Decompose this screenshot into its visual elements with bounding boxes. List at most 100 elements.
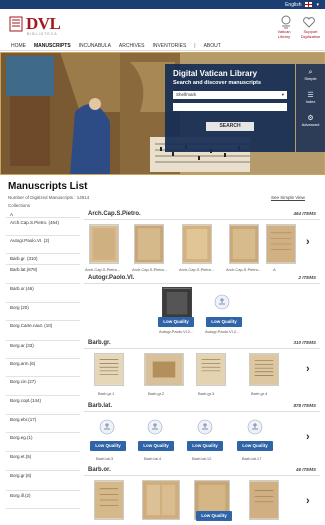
thumbnail-caption[interactable]: Barb.lat.3 xyxy=(96,456,113,461)
carousel-next-icon[interactable]: › xyxy=(306,236,310,248)
advanced-search-label: Advanced xyxy=(301,122,320,127)
thumbnail-caption[interactable]: Barb.lat.4 xyxy=(144,456,161,461)
collection-item[interactable]: Borg.ill.(2) xyxy=(6,492,80,509)
thumbnail-caption[interactable]: Autogr.Paolo.VI.2... xyxy=(159,329,193,334)
manuscript-thumbnail[interactable] xyxy=(89,224,119,264)
simple-search-option[interactable]: ⌕ Simple xyxy=(304,69,316,81)
collection-item[interactable]: Borg.eg.(1) xyxy=(6,434,80,452)
chevron-down-icon: ▾ xyxy=(281,91,284,97)
simple-view-link[interactable]: See Simple View xyxy=(271,195,305,200)
nav-inventories[interactable]: INVENTORIES xyxy=(152,43,186,49)
manuscript-thumbnail[interactable] xyxy=(94,480,124,520)
low-quality-badge: Low Quality xyxy=(158,317,194,327)
manuscript-thumbnail[interactable] xyxy=(142,480,180,520)
collection-item[interactable]: Borg.ar.(33) xyxy=(6,342,80,359)
nav-incunabula[interactable]: INCUNABULA xyxy=(79,43,111,49)
search-panel: Digital Vatican Library Search and disco… xyxy=(165,64,295,152)
thumbnail-caption[interactable]: Arch.Cap.S.Pietro... xyxy=(132,267,167,272)
collections-heading: Collections xyxy=(8,203,31,208)
search-field-select[interactable]: Shelfmark ▾ xyxy=(173,90,287,99)
thumbnail-caption[interactable]: Barb.lat.17 xyxy=(242,456,261,461)
vatican-crest-icon[interactable] xyxy=(278,14,294,30)
carousel-next-icon[interactable]: › xyxy=(306,495,310,507)
support-icon[interactable] xyxy=(301,14,317,30)
section-title[interactable]: Barb.or. xyxy=(88,467,111,473)
collection-item[interactable]: Barb.or.(46) xyxy=(6,285,80,303)
section-title[interactable]: Autogr.Paolo.VI. xyxy=(88,275,134,281)
advanced-search-option[interactable]: ⚙ Advanced xyxy=(302,115,320,127)
collection-item[interactable]: Autogr.Paolo.VI. (2) xyxy=(6,237,80,254)
section-count: 464 ITEMS xyxy=(293,211,316,216)
section-header: Barb.gr. 310 ITEMS xyxy=(84,338,320,349)
vatican-seal-icon xyxy=(147,419,163,435)
manuscript-thumbnail[interactable] xyxy=(266,224,296,264)
collection-item[interactable]: Borg.ebr.(17) xyxy=(6,416,80,433)
low-quality-badge: Low Quality xyxy=(138,441,174,451)
thumbnail-caption[interactable]: A xyxy=(273,267,276,272)
collection-item[interactable]: Barb.lat.(878) xyxy=(6,266,80,284)
collection-item[interactable]: Borg.Carte.naut. (10) xyxy=(6,322,80,341)
support-digitization-link[interactable]: Support Digitization xyxy=(297,29,324,39)
section-title[interactable]: Barb.gr. xyxy=(88,340,111,346)
language-selector[interactable]: English xyxy=(285,2,301,8)
low-quality-badge: Low Quality xyxy=(237,441,273,451)
thumbnail-caption[interactable]: Arch.Cap.S.Pietro... xyxy=(179,267,214,272)
vatican-library-link[interactable]: Vatican Library xyxy=(272,29,296,39)
nav-manuscripts[interactable]: MANUSCRIPTS xyxy=(34,43,71,49)
search-button[interactable]: SEARCH xyxy=(206,121,254,131)
low-quality-badge: Low Quality xyxy=(90,441,126,451)
logo-icon[interactable] xyxy=(9,16,23,32)
section-header: Autogr.Paolo.VI. 2 ITEMS xyxy=(84,273,320,284)
section-count: 46 ITEMS xyxy=(295,467,316,472)
manuscript-thumbnail[interactable] xyxy=(249,480,279,520)
manuscript-thumbnail[interactable] xyxy=(134,224,164,264)
nav-archives[interactable]: ARCHIVES xyxy=(119,43,145,49)
collection-item[interactable]: Borg.et.(5) xyxy=(6,453,80,471)
vatican-seal-icon xyxy=(197,419,213,435)
index-search-label: Index xyxy=(305,99,316,104)
section-count: 310 ITEMS xyxy=(293,340,316,345)
thumbnail-caption[interactable]: Arch.Cap.S.Pietro... xyxy=(85,267,120,272)
thumbnail-caption[interactable]: Barb.lat.12 xyxy=(192,456,211,461)
collection-carousels: Arch.Cap.S.Pietro. 464 ITEMS › Arch.Cap.… xyxy=(84,205,325,525)
search-icon: ⌕ xyxy=(308,69,313,76)
manuscript-thumbnail[interactable] xyxy=(196,353,226,386)
carousel-next-icon[interactable]: › xyxy=(306,431,310,443)
search-subtitle: Search and discover manuscripts xyxy=(173,80,262,86)
section-header: Arch.Cap.S.Pietro. 464 ITEMS xyxy=(84,209,320,220)
logo-text[interactable]: DVL xyxy=(26,14,61,34)
section-title[interactable]: Arch.Cap.S.Pietro. xyxy=(88,211,141,217)
top-bar: English ▾ xyxy=(0,0,325,9)
manuscript-thumbnail[interactable] xyxy=(94,353,124,386)
nav-about[interactable]: ABOUT xyxy=(204,43,221,49)
thumbnail-caption[interactable]: Autogr.Paolo.VI.2... xyxy=(205,329,239,334)
vatican-seal-icon xyxy=(99,419,115,435)
thumbnail-caption[interactable]: Barb.gr.1 xyxy=(98,391,114,396)
collection-item[interactable]: A xyxy=(6,211,80,218)
index-search-option[interactable]: ☰ Index xyxy=(306,92,316,104)
collection-item[interactable]: Borg (20) xyxy=(6,304,80,321)
manuscript-thumbnail[interactable] xyxy=(144,353,184,386)
nav-home[interactable]: HOME xyxy=(11,43,26,49)
nav-separator: | xyxy=(194,42,196,49)
manuscript-thumbnail[interactable] xyxy=(182,224,212,264)
low-quality-badge: Low Quality xyxy=(206,317,242,327)
main-nav: HOME MANUSCRIPTS INCUNABULA ARCHIVES INV… xyxy=(0,41,325,51)
carousel-next-icon[interactable]: › xyxy=(306,363,310,375)
collection-item[interactable]: Arch.Cap.S.Pietro. (464) xyxy=(6,219,80,236)
collection-item[interactable]: Borg.copt.(144) xyxy=(6,397,80,415)
manuscript-thumbnail[interactable] xyxy=(249,353,279,386)
collection-item[interactable]: Barb.gr. (310) xyxy=(6,255,80,265)
collection-item[interactable]: Borg.gr.(8) xyxy=(6,472,80,491)
low-quality-badge: Low Quality xyxy=(196,511,232,521)
search-input[interactable] xyxy=(173,103,287,111)
collection-item[interactable]: Borg.arm.(6) xyxy=(6,360,80,377)
thumbnail-caption[interactable]: Barb.gr.3 xyxy=(198,391,214,396)
chevron-down-icon[interactable]: ▾ xyxy=(316,2,319,8)
thumbnail-caption[interactable]: Barb.gr.4 xyxy=(251,391,267,396)
thumbnail-caption[interactable]: Barb.gr.2 xyxy=(148,391,164,396)
collection-item[interactable]: Borg.cin.(27) xyxy=(6,378,80,396)
thumbnail-caption[interactable]: Arch.Cap.S.Pietro... xyxy=(226,267,261,272)
manuscript-thumbnail[interactable] xyxy=(229,224,259,264)
section-title[interactable]: Barb.lat. xyxy=(88,403,112,409)
